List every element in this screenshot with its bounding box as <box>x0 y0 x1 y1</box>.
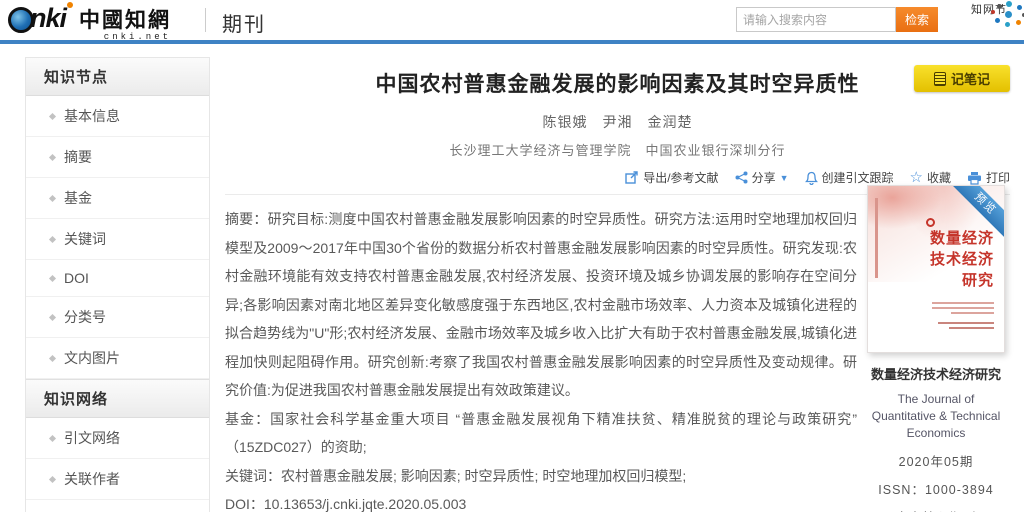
search-button[interactable]: 检索 <box>896 7 938 32</box>
keywords-row: 关键词：农村普惠金融发展; 影响因素; 时空异质性; 时空地理加权回归模型; <box>225 462 857 491</box>
journal-seal-icon <box>926 218 935 227</box>
orange-dot-icon <box>67 2 73 8</box>
bell-icon <box>805 171 818 185</box>
cnki-wordmark: nki <box>30 3 66 34</box>
sidebar-item-keywords[interactable]: 关键词 <box>26 219 209 260</box>
sidebar-section-knowledge-node: 知识节点 <box>26 58 209 96</box>
cover-title: 数量经济 技术经济 研究 <box>930 228 994 291</box>
abstract-label: 摘要： <box>225 211 268 227</box>
doi-value: 10.13653/j.cnki.jqte.2020.05.003 <box>264 496 466 512</box>
bullet-icon <box>49 112 56 119</box>
bullet-icon <box>49 194 56 201</box>
article-body: 摘要：研究目标:测度中国农村普惠金融发展影响因素的时空异质性。研究方法:运用时空… <box>225 205 857 512</box>
keywords-label: 关键词： <box>225 468 281 484</box>
bullet-icon <box>49 434 56 441</box>
bullet-icon <box>49 354 56 361</box>
journal-cover[interactable]: 数量经济 技术经济 研究 预览 <box>867 185 1005 353</box>
abstract-text: 研究目标:测度中国农村普惠金融发展影响因素的时空异质性。研究方法:运用时空地理加… <box>225 211 857 398</box>
sidebar-item-fund[interactable]: 基金 <box>26 178 209 219</box>
bullet-icon <box>49 153 56 160</box>
header-accent-line <box>0 40 1024 44</box>
sidebar-item-abstract[interactable]: 摘要 <box>26 137 209 178</box>
doi-row: DOI：10.13653/j.cnki.jqte.2020.05.003 <box>225 490 857 512</box>
star-icon: ☆ <box>910 172 923 184</box>
export-reference-button[interactable]: 导出/参考文献 <box>625 169 718 186</box>
print-button[interactable]: 打印 <box>967 169 1010 186</box>
create-citation-alert-button[interactable]: 创建引文跟踪 <box>805 169 894 186</box>
fund-text[interactable]: 国家社会科学基金重大项目 “普惠金融发展视角下精准扶贫、精准脱贫的理论与政策研究… <box>225 411 857 456</box>
left-sidebar: 知识节点 基本信息 摘要 基金 关键词 DOI 分类号 文内图片 知识网络 引文… <box>25 57 210 512</box>
share-icon <box>735 171 748 184</box>
article-title: 中国农村普惠金融发展的影响因素及其时空异质性 <box>225 60 1010 98</box>
sidebar-item-figures[interactable]: 文内图片 <box>26 338 209 379</box>
journal-core-badge: 中文核心期刊 <box>865 507 1007 512</box>
cover-subtitle-lines <box>932 302 994 317</box>
article-authors[interactable]: 陈银娥 尹湘 金润楚 <box>225 112 1010 132</box>
sidebar-item-similar-literature[interactable]: 相似文献 <box>26 500 209 512</box>
favorite-button[interactable]: ☆ 收藏 <box>910 169 951 186</box>
bullet-icon <box>49 235 56 242</box>
search-input[interactable] <box>736 7 896 32</box>
doi-label: DOI： <box>225 496 264 512</box>
section-journal-label: 期刊 <box>222 8 266 37</box>
journal-panel: 数量经济 技术经济 研究 预览 数量经济技术经济研究 The Journal o… <box>865 185 1007 512</box>
bullet-icon <box>49 475 56 482</box>
top-header: nki 中國知網 cnki.net 期刊 检索 知网节 <box>0 0 1024 40</box>
cnki-logo[interactable]: nki 中國知網 cnki.net <box>8 2 171 42</box>
bullet-icon <box>49 274 56 281</box>
bullet-icon <box>49 313 56 320</box>
journal-issue[interactable]: 2020年05期 <box>865 451 1007 470</box>
sidebar-item-basic-info[interactable]: 基本信息 <box>26 96 209 137</box>
sidebar-item-citation-network[interactable]: 引文网络 <box>26 418 209 459</box>
chevron-down-icon: ▼ <box>780 173 789 183</box>
journal-issn: ISSN：1000-3894 <box>865 479 1007 498</box>
journal-name-english: The Journal of Quantitative & Technical … <box>865 391 1007 442</box>
cover-spine-decoration <box>875 198 878 278</box>
share-button[interactable]: 分享 ▼ <box>735 169 789 186</box>
sidebar-section-knowledge-network: 知识网络 <box>26 379 209 418</box>
sidebar-item-clc[interactable]: 分类号 <box>26 297 209 338</box>
printer-icon <box>967 171 982 185</box>
sidebar-item-related-authors[interactable]: 关联作者 <box>26 459 209 500</box>
take-notes-button[interactable]: 记笔记 <box>914 65 1010 92</box>
fund-label: 基金： <box>225 411 270 427</box>
header-divider <box>205 8 206 32</box>
keywords-text[interactable]: 农村普惠金融发展; 影响因素; 时空异质性; 时空地理加权回归模型; <box>281 468 686 484</box>
cnki-chinese-name: 中國知網 <box>79 4 171 34</box>
journal-name[interactable]: 数量经济技术经济研究 <box>865 366 1007 384</box>
cover-publisher-lines <box>938 322 994 332</box>
abstract-paragraph: 摘要：研究目标:测度中国农村普惠金融发展影响因素的时空异质性。研究方法:运用时空… <box>225 205 857 405</box>
article-affiliations[interactable]: 长沙理工大学经济与管理学院 中国农业银行深圳分行 <box>225 140 1010 159</box>
cnki-node-logo[interactable]: 知网节 <box>960 1 1018 17</box>
sidebar-item-doi[interactable]: DOI <box>26 260 209 297</box>
fund-row: 基金：国家社会科学基金重大项目 “普惠金融发展视角下精准扶贫、精准脱贫的理论与政… <box>225 405 857 462</box>
export-icon <box>625 171 639 184</box>
notebook-icon <box>934 72 946 86</box>
